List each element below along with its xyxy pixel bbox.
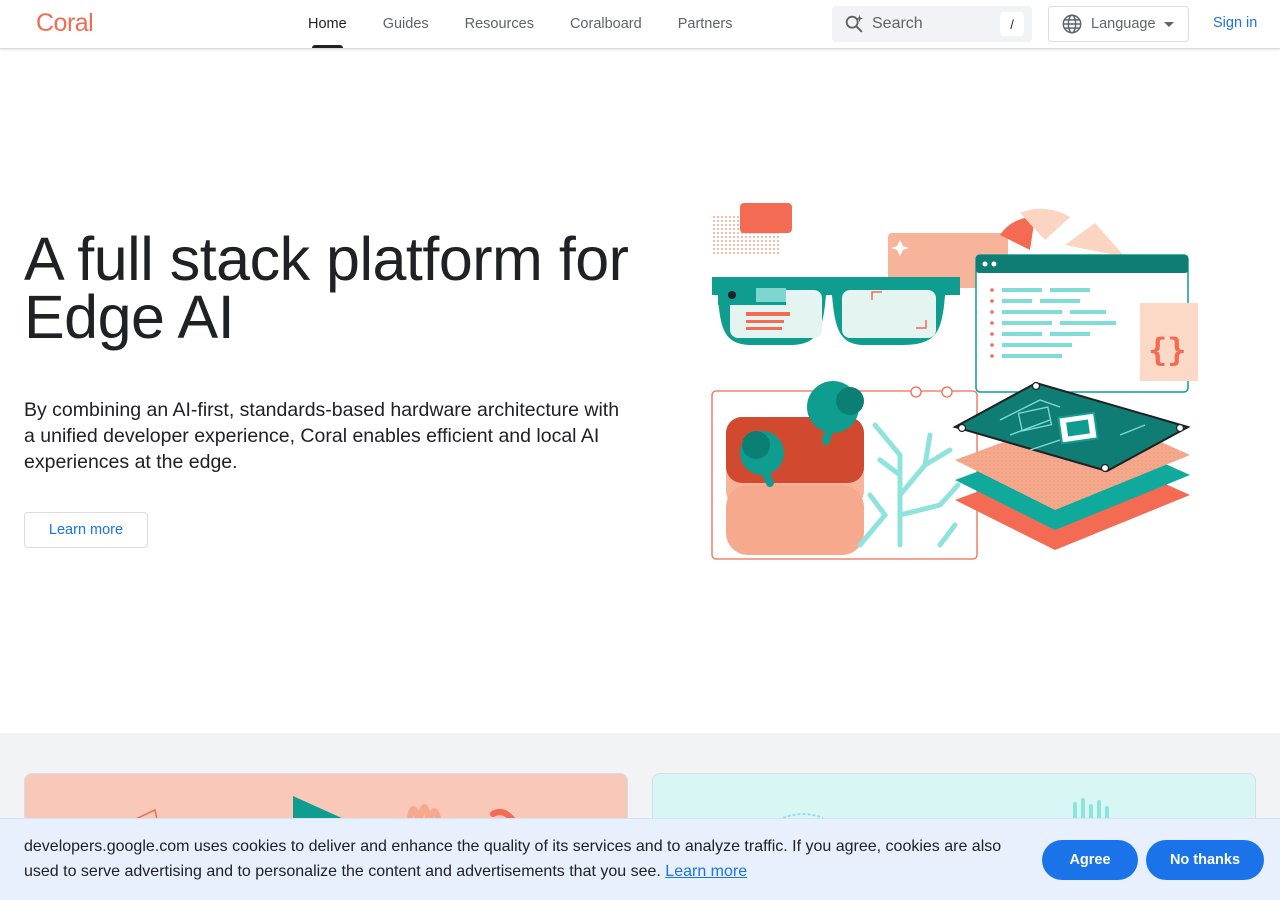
- nav-item-partners[interactable]: Partners: [660, 0, 751, 48]
- top-header: Coral Home Guides Resources Coralboard P…: [0, 0, 1280, 49]
- main-nav: Home Guides Resources Coralboard Partner…: [290, 0, 751, 48]
- nav-item-home[interactable]: Home: [290, 0, 365, 48]
- svg-text:{}: {}: [1148, 331, 1187, 369]
- coral-logo[interactable]: Coral: [36, 9, 94, 38]
- agree-button[interactable]: Agree: [1042, 840, 1138, 880]
- language-selector[interactable]: Language: [1048, 6, 1189, 42]
- cookie-text: developers.google.com uses cookies to de…: [24, 838, 1002, 880]
- cookie-message: developers.google.com uses cookies to de…: [24, 834, 1014, 884]
- language-label: Language: [1091, 16, 1156, 32]
- sign-in-link[interactable]: Sign in: [1213, 15, 1257, 31]
- search-spark-icon[interactable]: [836, 6, 872, 42]
- hero-title: A full stack platform for Edge AI: [24, 225, 629, 351]
- globe-icon: [1061, 13, 1083, 35]
- nav-item-coralboard[interactable]: Coralboard: [552, 0, 660, 48]
- cookie-learn-more-link[interactable]: Learn more: [665, 863, 747, 880]
- learn-more-button[interactable]: Learn more: [24, 512, 148, 548]
- search-box[interactable]: /: [832, 6, 1032, 42]
- hero-description: By combining an AI-first, standards-base…: [24, 399, 620, 473]
- nav-item-guides[interactable]: Guides: [365, 0, 447, 48]
- hero-illustration: {}: [700, 195, 1210, 570]
- search-input[interactable]: [872, 15, 992, 33]
- nav-item-resources[interactable]: Resources: [447, 0, 552, 48]
- cookie-banner: developers.google.com uses cookies to de…: [0, 818, 1280, 900]
- no-thanks-button[interactable]: No thanks: [1146, 840, 1264, 880]
- search-shortcut-key: /: [1000, 12, 1024, 36]
- chevron-down-icon: [1163, 21, 1174, 27]
